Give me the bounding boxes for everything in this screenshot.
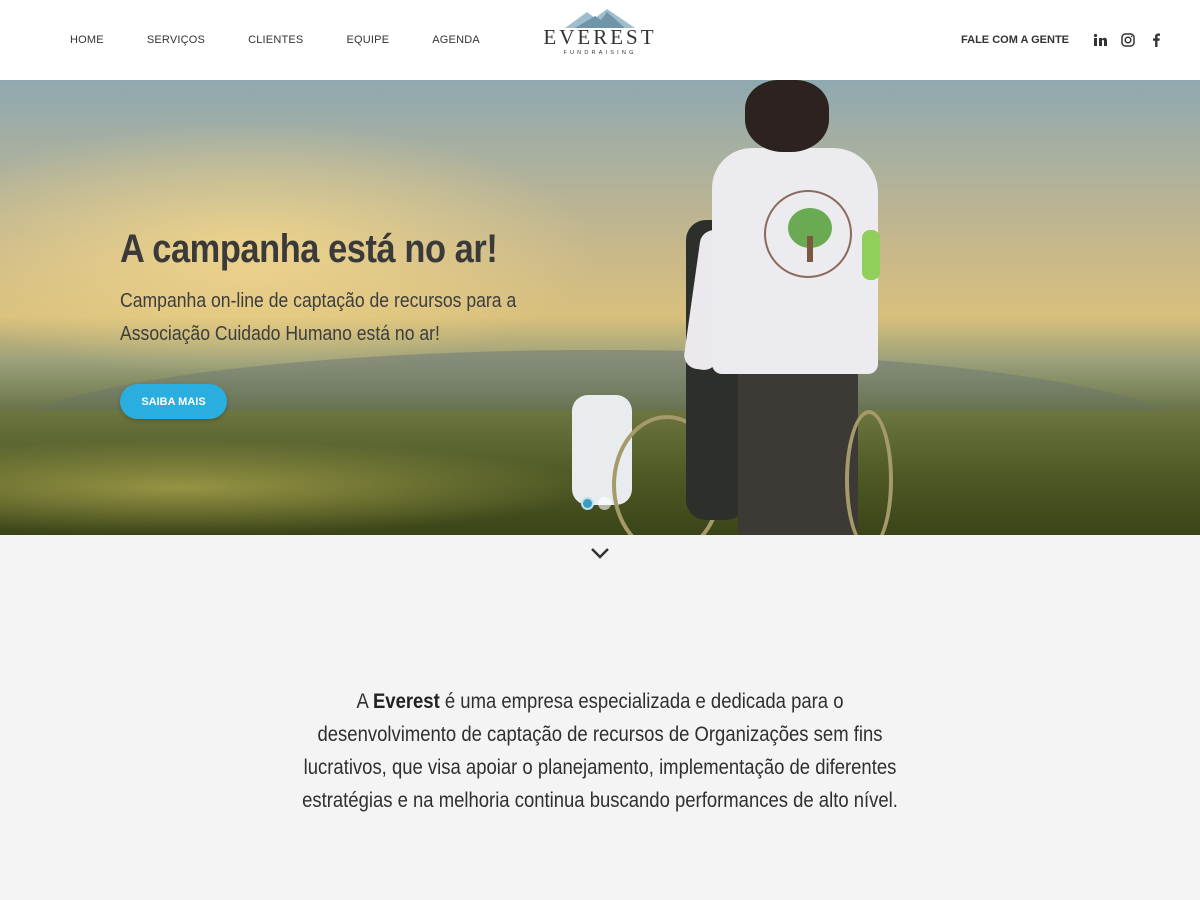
- contact-link[interactable]: FALE COM A GENTE: [961, 34, 1069, 46]
- brand-name: Everest: [372, 690, 440, 713]
- nav-item-clientes[interactable]: CLIENTES: [248, 34, 303, 46]
- association-seal-icon: [764, 190, 852, 278]
- hero-title: A campanha está no ar!: [120, 227, 498, 271]
- hero-photo-person: [738, 368, 858, 535]
- about-text: A Everest é uma empresa especializada e …: [292, 685, 908, 817]
- about-prefix: A: [356, 690, 373, 713]
- everest-logo[interactable]: EVEREST FUNDRAISING: [543, 8, 657, 72]
- site-header: HOME SERVIÇOS CLIENTES EQUIPE AGENDA EVE…: [0, 0, 1200, 80]
- slider-dot-1[interactable]: [581, 497, 594, 510]
- facebook-icon[interactable]: [1148, 32, 1164, 48]
- nav-item-equipe[interactable]: EQUIPE: [346, 34, 389, 46]
- slider-pagination: [581, 497, 615, 510]
- hero-photo-detail: [862, 230, 880, 280]
- nav-item-home[interactable]: HOME: [70, 34, 104, 46]
- logo-wordmark: EVEREST: [543, 25, 657, 49]
- linkedin-icon[interactable]: [1092, 32, 1108, 48]
- nav-item-servicos[interactable]: SERVIÇOS: [147, 34, 205, 46]
- nav-item-agenda[interactable]: AGENDA: [432, 34, 480, 46]
- hero-photo-person: [745, 80, 829, 152]
- saiba-mais-button[interactable]: SAIBA MAIS: [120, 384, 227, 419]
- chevron-down-icon[interactable]: [590, 546, 610, 560]
- about-section: A Everest é uma empresa especializada e …: [250, 685, 950, 817]
- hero-subtitle: Campanha on-line de captação de recursos…: [120, 290, 517, 345]
- logo-tagline: FUNDRAISING: [563, 50, 637, 56]
- main-nav: HOME SERVIÇOS CLIENTES EQUIPE AGENDA: [70, 0, 523, 80]
- hero-background: [0, 440, 600, 535]
- header-actions: FALE COM A GENTE: [961, 0, 1170, 80]
- instagram-icon[interactable]: [1120, 32, 1136, 48]
- slider-dot-2[interactable]: [598, 497, 611, 510]
